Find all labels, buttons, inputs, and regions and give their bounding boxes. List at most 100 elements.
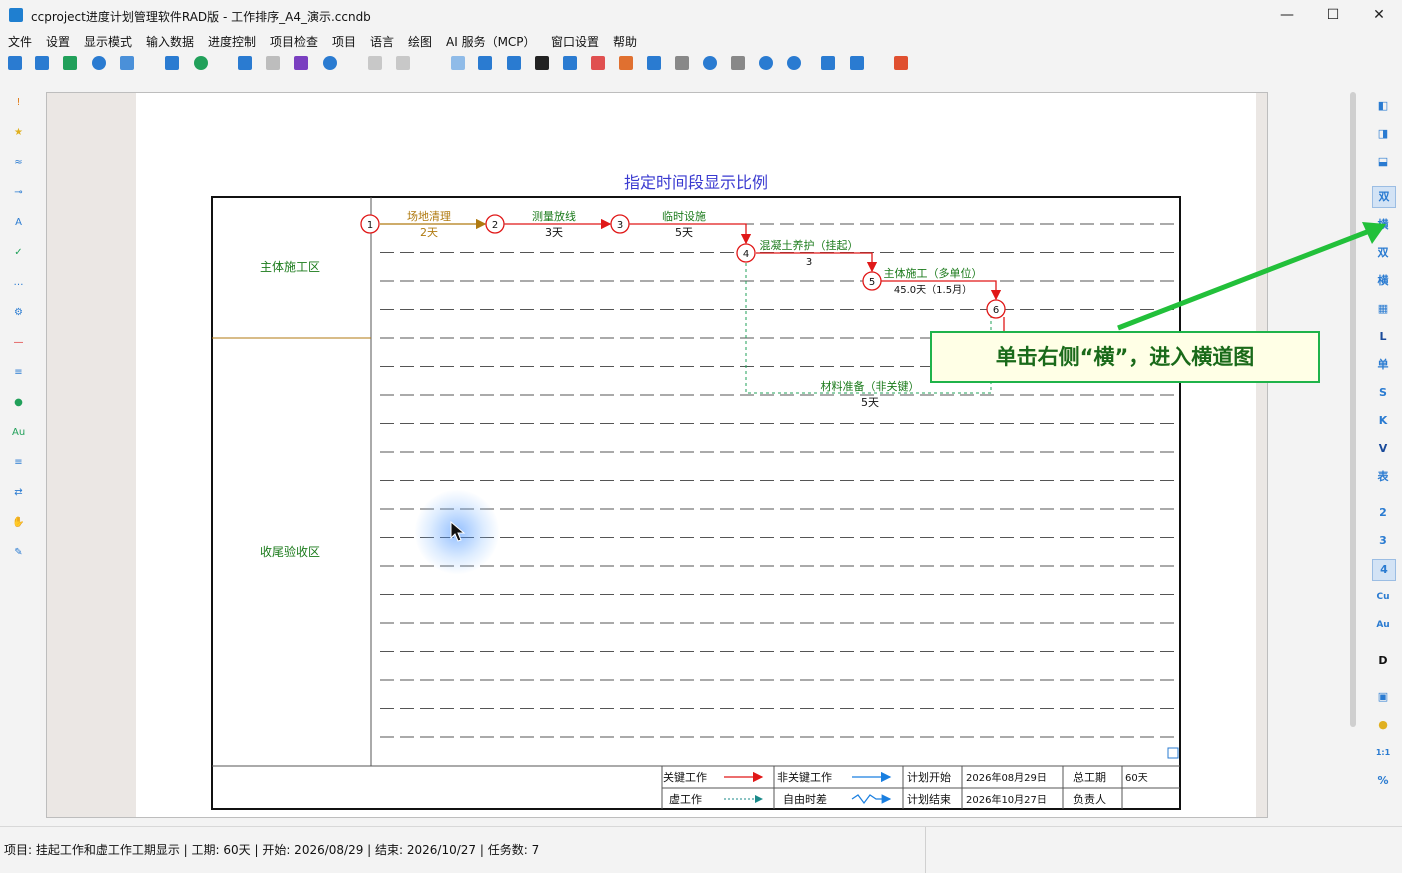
d-button[interactable]: D bbox=[1372, 651, 1394, 671]
zoom-out-icon[interactable] bbox=[759, 56, 773, 70]
snowflake-icon[interactable] bbox=[92, 56, 106, 70]
dotted-line-icon[interactable]: … bbox=[12, 276, 25, 289]
node-label-3: 3 bbox=[617, 220, 623, 231]
sort-icon[interactable] bbox=[507, 56, 521, 70]
panel-right-icon[interactable]: ◨ bbox=[1372, 124, 1394, 144]
view-double-network-button[interactable]: 双 bbox=[1372, 186, 1396, 208]
copy-icon[interactable] bbox=[238, 56, 252, 70]
menu-display-mode[interactable]: 显示模式 bbox=[84, 33, 132, 50]
red-folder-icon[interactable] bbox=[894, 56, 908, 70]
minus-icon[interactable]: — bbox=[12, 336, 25, 349]
save-icon[interactable] bbox=[63, 56, 77, 70]
undo-icon[interactable] bbox=[368, 56, 382, 70]
fit-icon[interactable] bbox=[821, 56, 835, 70]
title-bar: ccproject进度计划管理软件RAD版 - 工作排序_A4_演示.ccndb… bbox=[0, 0, 1402, 31]
check-icon[interactable]: ✓ bbox=[12, 246, 25, 259]
menu-help[interactable]: 帮助 bbox=[613, 33, 637, 50]
menu-settings[interactable]: 设置 bbox=[46, 33, 70, 50]
node-label-6: 6 bbox=[993, 305, 999, 316]
annotation-arrow bbox=[1117, 222, 1386, 331]
palette-icon[interactable] bbox=[619, 56, 633, 70]
filter-icon[interactable]: ≡ bbox=[12, 456, 25, 469]
legend-plan-start-label: 计划开始 bbox=[907, 770, 951, 784]
table-corner-icon[interactable] bbox=[1167, 747, 1179, 759]
view-v-button[interactable]: V bbox=[1372, 439, 1394, 459]
zoom-in-icon[interactable] bbox=[787, 56, 801, 70]
header-icon[interactable] bbox=[675, 56, 689, 70]
font-icon[interactable]: A bbox=[12, 216, 25, 229]
refresh-icon[interactable] bbox=[194, 56, 208, 70]
legend-dummy-label: 虚工作 bbox=[669, 793, 702, 806]
task-name: 混凝土养护（挂起） bbox=[760, 238, 859, 252]
main-toolbar bbox=[0, 52, 1402, 76]
image-export-icon[interactable] bbox=[120, 56, 134, 70]
au-button[interactable]: Au bbox=[1372, 615, 1394, 635]
scale-2-button[interactable]: 2 bbox=[1372, 503, 1394, 523]
task-duration: 5天 bbox=[675, 226, 693, 239]
sort-list-icon[interactable]: ≡ bbox=[12, 366, 25, 379]
menu-progress-control[interactable]: 进度控制 bbox=[208, 33, 256, 50]
menu-ai-service[interactable]: AI 服务（MCP） bbox=[446, 33, 536, 50]
horizontal-line-icon[interactable] bbox=[451, 56, 465, 70]
minimize-button[interactable]: — bbox=[1264, 0, 1310, 31]
cu-button[interactable]: Cu bbox=[1372, 587, 1394, 607]
view-single-button[interactable]: 单 bbox=[1372, 355, 1394, 375]
task-arrow-curing[interactable] bbox=[756, 252, 878, 273]
redo-icon[interactable] bbox=[396, 56, 410, 70]
calendar-icon[interactable]: ▣ bbox=[1372, 687, 1394, 707]
menu-draw[interactable]: 绘图 bbox=[408, 33, 432, 50]
contrast-icon[interactable] bbox=[535, 56, 549, 70]
print-icon[interactable] bbox=[165, 56, 179, 70]
task-duration: 5天 bbox=[861, 396, 879, 409]
legend-total-duration-value: 60天 bbox=[1125, 773, 1148, 784]
text-icon[interactable] bbox=[731, 56, 745, 70]
canvas-area[interactable]: 指定时间段显示比例 主体施工区 收尾验收区 1 2 3 4 5 6 场地清理 2… bbox=[46, 92, 1268, 818]
panel-bottom-icon[interactable]: ⬓ bbox=[1372, 152, 1394, 172]
wave-icon[interactable]: ≈ bbox=[12, 156, 25, 169]
task-duration: 2天 bbox=[420, 226, 438, 239]
scale-3-button[interactable]: 3 bbox=[1372, 531, 1394, 551]
open-project-icon[interactable] bbox=[850, 56, 864, 70]
swap-icon[interactable]: ⇄ bbox=[12, 486, 25, 499]
close-button[interactable]: ✕ bbox=[1356, 0, 1402, 31]
open-folder-icon[interactable] bbox=[35, 56, 49, 70]
comment-icon[interactable]: ● bbox=[1372, 715, 1394, 735]
info-icon[interactable] bbox=[703, 56, 717, 70]
new-file-icon[interactable] bbox=[8, 56, 22, 70]
hand-icon[interactable]: ✋ bbox=[12, 516, 25, 529]
legend-free-float-label: 自由时差 bbox=[783, 792, 827, 806]
task-name: 材料准备（非关键） bbox=[821, 379, 920, 393]
menu-input-data[interactable]: 输入数据 bbox=[146, 33, 194, 50]
menu-project-check[interactable]: 项目检查 bbox=[270, 33, 318, 50]
users-icon[interactable]: ● bbox=[12, 396, 25, 409]
view-table-button[interactable]: 表 bbox=[1372, 467, 1394, 487]
menu-project[interactable]: 项目 bbox=[332, 33, 356, 50]
panel-left-icon[interactable]: ◧ bbox=[1372, 96, 1394, 116]
link-icon[interactable]: ⊸ bbox=[12, 186, 25, 199]
right-toolbar: ◧ ◨ ⬓ 双 横 双 横 ▦ L 单 S K V 表 2 3 4 Cu Au … bbox=[1366, 88, 1400, 808]
vertical-scrollbar[interactable] bbox=[1350, 92, 1356, 727]
menu-language[interactable]: 语言 bbox=[370, 33, 394, 50]
search-icon[interactable] bbox=[323, 56, 337, 70]
menu-window-settings[interactable]: 窗口设置 bbox=[551, 33, 599, 50]
view-k-button[interactable]: K bbox=[1372, 411, 1394, 431]
ratio-icon[interactable]: 1:1 bbox=[1372, 743, 1394, 763]
menu-file[interactable]: 文件 bbox=[8, 33, 32, 50]
scale-4-button[interactable]: 4 bbox=[1372, 559, 1396, 581]
columns-icon[interactable] bbox=[478, 56, 492, 70]
maximize-button[interactable]: ☐ bbox=[1310, 0, 1356, 31]
format-brush-icon[interactable] bbox=[294, 56, 308, 70]
pencil-icon[interactable]: ✎ bbox=[12, 546, 25, 559]
edit-icon[interactable] bbox=[647, 56, 661, 70]
au-icon[interactable]: Au bbox=[12, 426, 25, 439]
document-check-icon[interactable] bbox=[591, 56, 605, 70]
time-grid-rows bbox=[380, 223, 1180, 738]
left-toolbar: ! ★ ≈ ⊸ A ✓ … ⚙ — ≡ ● Au ≡ ⇄ ✋ ✎ bbox=[8, 88, 30, 578]
gear-icon[interactable]: ⚙ bbox=[12, 306, 25, 319]
warning-icon[interactable]: ! bbox=[12, 96, 25, 109]
paste-icon[interactable] bbox=[266, 56, 280, 70]
star-icon[interactable]: ★ bbox=[12, 126, 25, 139]
paint-icon[interactable] bbox=[563, 56, 577, 70]
view-s-button[interactable]: S bbox=[1372, 383, 1394, 403]
percent-icon[interactable]: % bbox=[1372, 771, 1394, 791]
